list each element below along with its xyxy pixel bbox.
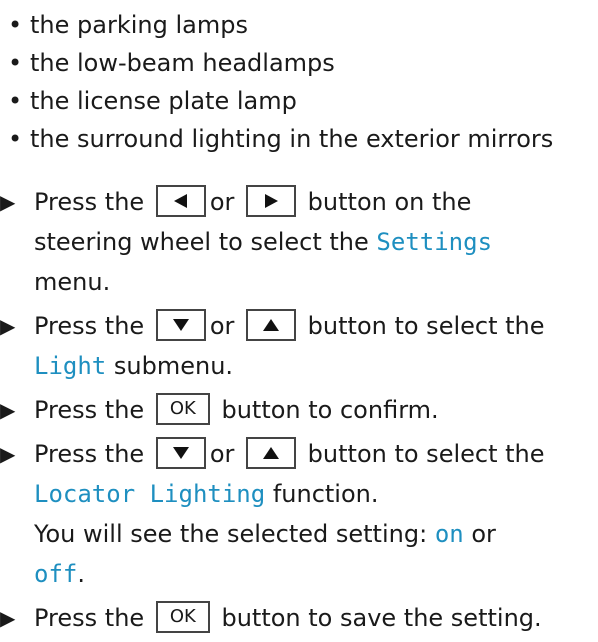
up-key-icon (246, 437, 297, 469)
step-2: ▶ Press the or button to select the Ligh… (0, 306, 598, 386)
bullet-dot: • (8, 49, 23, 77)
bullet-item: • the license plate lamp (8, 82, 553, 120)
bullet-dot: • (8, 125, 23, 153)
left-key-icon (155, 185, 206, 217)
up-key-icon (246, 309, 297, 341)
step-arrow-icon: ▶ (0, 314, 16, 338)
bullet-dot: • (8, 11, 23, 39)
step-arrow-icon: ▶ (0, 606, 16, 630)
ok-key: OK (155, 393, 210, 425)
step-arrow-icon: ▶ (0, 442, 16, 466)
step-3: ▶ Press the OK button to confirm. (0, 390, 598, 430)
display-submenu-light: Light (34, 352, 107, 380)
display-setting-off: off (34, 560, 78, 588)
bullet-list: • the parking lamps • the low-beam headlam… (8, 6, 553, 158)
step-arrow-icon: ▶ (0, 190, 16, 214)
ok-key: OK (155, 601, 210, 633)
instruction-steps: ▶ Press the or button on the steering wh… (0, 182, 598, 638)
manual-page: • the parking lamps • the low-beam headlam… (0, 0, 598, 642)
down-key-icon (155, 437, 206, 469)
step-arrow-icon: ▶ (0, 398, 16, 422)
display-menu-settings: Settings (376, 228, 493, 256)
bullet-item: • the parking lamps (8, 6, 553, 44)
step-5: ▶ Press the OK button to save the settin… (0, 598, 598, 638)
display-function-locator-lighting: Locator Lighting (34, 480, 266, 508)
step-1: ▶ Press the or button on the steering wh… (0, 182, 598, 302)
step-4: ▶ Press the or button to select the Loca… (0, 434, 598, 594)
down-key-icon (155, 309, 206, 341)
right-key-icon (246, 185, 297, 217)
bullet-item: • the surround lighting in the exterior m… (8, 120, 553, 158)
bullet-item: • the low-beam headlamps (8, 44, 553, 82)
bullet-dot: • (8, 87, 23, 115)
display-setting-on: on (434, 520, 464, 548)
